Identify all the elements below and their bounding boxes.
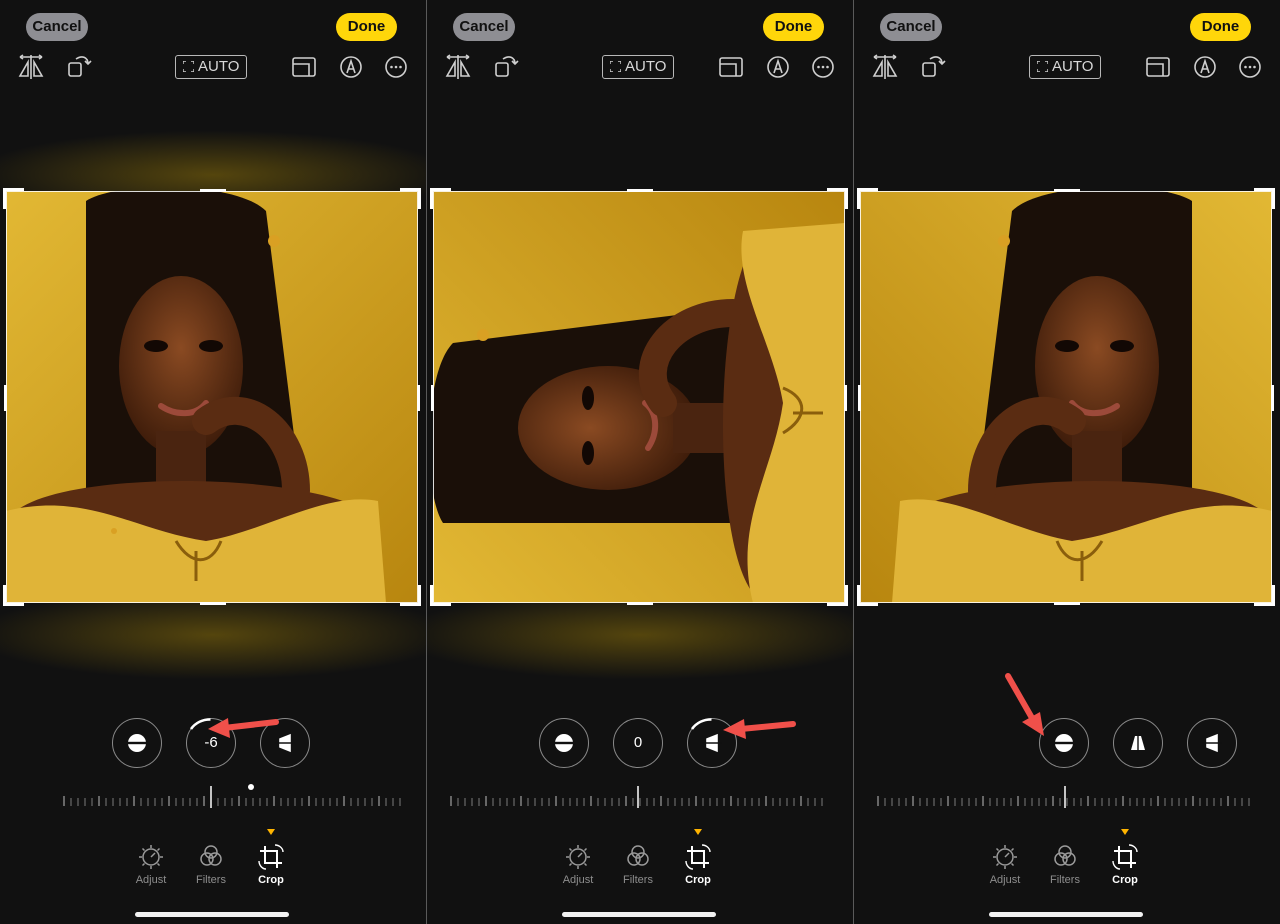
adjustment-slider[interactable]: [427, 782, 853, 812]
auto-label: AUTO: [625, 58, 667, 75]
slider-ticks: [450, 786, 823, 808]
horizontal-perspective-knob[interactable]: [1187, 718, 1237, 768]
aspect-ratio-icon[interactable]: [289, 52, 319, 82]
photo-preview: [860, 191, 1272, 603]
vertical-perspective-knob[interactable]: 0: [613, 718, 663, 768]
rotate-icon[interactable]: [64, 52, 94, 82]
slider-ticks: [63, 784, 401, 808]
slider-dot: [248, 784, 254, 790]
photo-preview: [6, 191, 418, 603]
home-indicator: [989, 912, 1143, 917]
horizontal-perspective-icon: [275, 733, 295, 753]
cancel-button[interactable]: Cancel: [880, 13, 942, 41]
straighten-knob[interactable]: [1039, 718, 1089, 768]
home-indicator: [135, 912, 289, 917]
vertical-perspective-knob[interactable]: -6: [186, 718, 236, 768]
tab-adjust[interactable]: Adjust: [975, 843, 1035, 889]
tab-label: Adjust: [989, 874, 1021, 886]
straighten-icon: [552, 734, 576, 752]
adjust-dial-icon: [566, 845, 590, 869]
adjustment-slider[interactable]: [854, 782, 1280, 812]
tab-label: Crop: [258, 874, 284, 886]
aspect-ratio-icon[interactable]: [716, 52, 746, 82]
filters-circles-icon: [627, 845, 649, 866]
vertical-perspective-knob[interactable]: [1113, 718, 1163, 768]
auto-button[interactable]: AUTO: [602, 55, 674, 79]
crop-rotate-icon: [1112, 844, 1138, 870]
straighten-icon: [1052, 734, 1076, 752]
horizontal-perspective-icon: [1202, 733, 1222, 753]
tab-label: Filters: [196, 874, 226, 886]
value-arc: [189, 718, 211, 730]
more-options-icon[interactable]: [1235, 52, 1265, 82]
editor-panel-2: Cancel Done AUTO 0 Adjust Filters Crop: [427, 0, 853, 924]
knob-value: 0: [633, 734, 643, 751]
done-button[interactable]: Done: [763, 13, 824, 41]
tab-filters[interactable]: Filters: [181, 843, 241, 889]
photo-glow-bottom: [0, 590, 426, 680]
tab-filters[interactable]: Filters: [608, 843, 668, 889]
markup-icon[interactable]: [1190, 52, 1220, 82]
rotate-icon[interactable]: [491, 52, 521, 82]
adjust-dial-icon: [993, 845, 1017, 869]
horizontal-perspective-icon: [702, 733, 722, 753]
auto-button[interactable]: AUTO: [175, 55, 247, 79]
crop-rotate-icon: [258, 844, 284, 870]
auto-label: AUTO: [1052, 58, 1094, 75]
slider-ticks: [877, 786, 1250, 808]
flip-icon[interactable]: [870, 52, 900, 82]
active-tab-marker: [1121, 829, 1129, 835]
tab-label: Adjust: [562, 874, 594, 886]
more-options-icon[interactable]: [381, 52, 411, 82]
done-button[interactable]: Done: [1190, 13, 1251, 41]
tab-crop[interactable]: Crop: [668, 843, 728, 889]
home-indicator: [562, 912, 716, 917]
flip-icon[interactable]: [16, 52, 46, 82]
editor-panel-1: Cancel Done AUTO -6 Adjust Filters Crop: [0, 0, 426, 924]
photo-preview: [433, 191, 845, 603]
active-tab-marker: [267, 829, 275, 835]
editor-panel-3: Cancel Done AUTO Adjust Filters Crop: [854, 0, 1280, 924]
tab-label: Crop: [1112, 874, 1138, 886]
tab-label: Filters: [623, 874, 653, 886]
tab-filters[interactable]: Filters: [1035, 843, 1095, 889]
filters-circles-icon: [200, 845, 222, 866]
adjustment-slider[interactable]: [0, 782, 426, 812]
markup-icon[interactable]: [336, 52, 366, 82]
straighten-knob[interactable]: [539, 718, 589, 768]
cancel-button[interactable]: Cancel: [453, 13, 515, 41]
straighten-knob[interactable]: [112, 718, 162, 768]
tab-adjust[interactable]: Adjust: [121, 843, 181, 889]
auto-frame-icon: [610, 61, 621, 72]
more-options-icon[interactable]: [808, 52, 838, 82]
markup-icon[interactable]: [763, 52, 793, 82]
done-button[interactable]: Done: [336, 13, 397, 41]
tab-adjust[interactable]: Adjust: [548, 843, 608, 889]
photo-glow-bottom: [427, 590, 853, 680]
horizontal-perspective-knob[interactable]: [260, 718, 310, 768]
rotate-icon[interactable]: [918, 52, 948, 82]
auto-label: AUTO: [198, 58, 240, 75]
filters-circles-icon: [1054, 845, 1076, 866]
auto-button[interactable]: AUTO: [1029, 55, 1101, 79]
vertical-perspective-icon: [1131, 733, 1145, 753]
straighten-icon: [125, 734, 149, 752]
auto-frame-icon: [1037, 61, 1048, 72]
tab-crop[interactable]: Crop: [241, 843, 301, 889]
adjust-dial-icon: [139, 845, 163, 869]
tab-label: Filters: [1050, 874, 1080, 886]
horizontal-perspective-knob[interactable]: [687, 718, 737, 768]
crop-rotate-icon: [685, 844, 711, 870]
cancel-button[interactable]: Cancel: [26, 13, 88, 41]
active-tab-marker: [694, 829, 702, 835]
tab-label: Crop: [685, 874, 711, 886]
flip-icon[interactable]: [443, 52, 473, 82]
tab-crop[interactable]: Crop: [1095, 843, 1155, 889]
tab-label: Adjust: [135, 874, 167, 886]
aspect-ratio-icon[interactable]: [1143, 52, 1173, 82]
auto-frame-icon: [183, 61, 194, 72]
